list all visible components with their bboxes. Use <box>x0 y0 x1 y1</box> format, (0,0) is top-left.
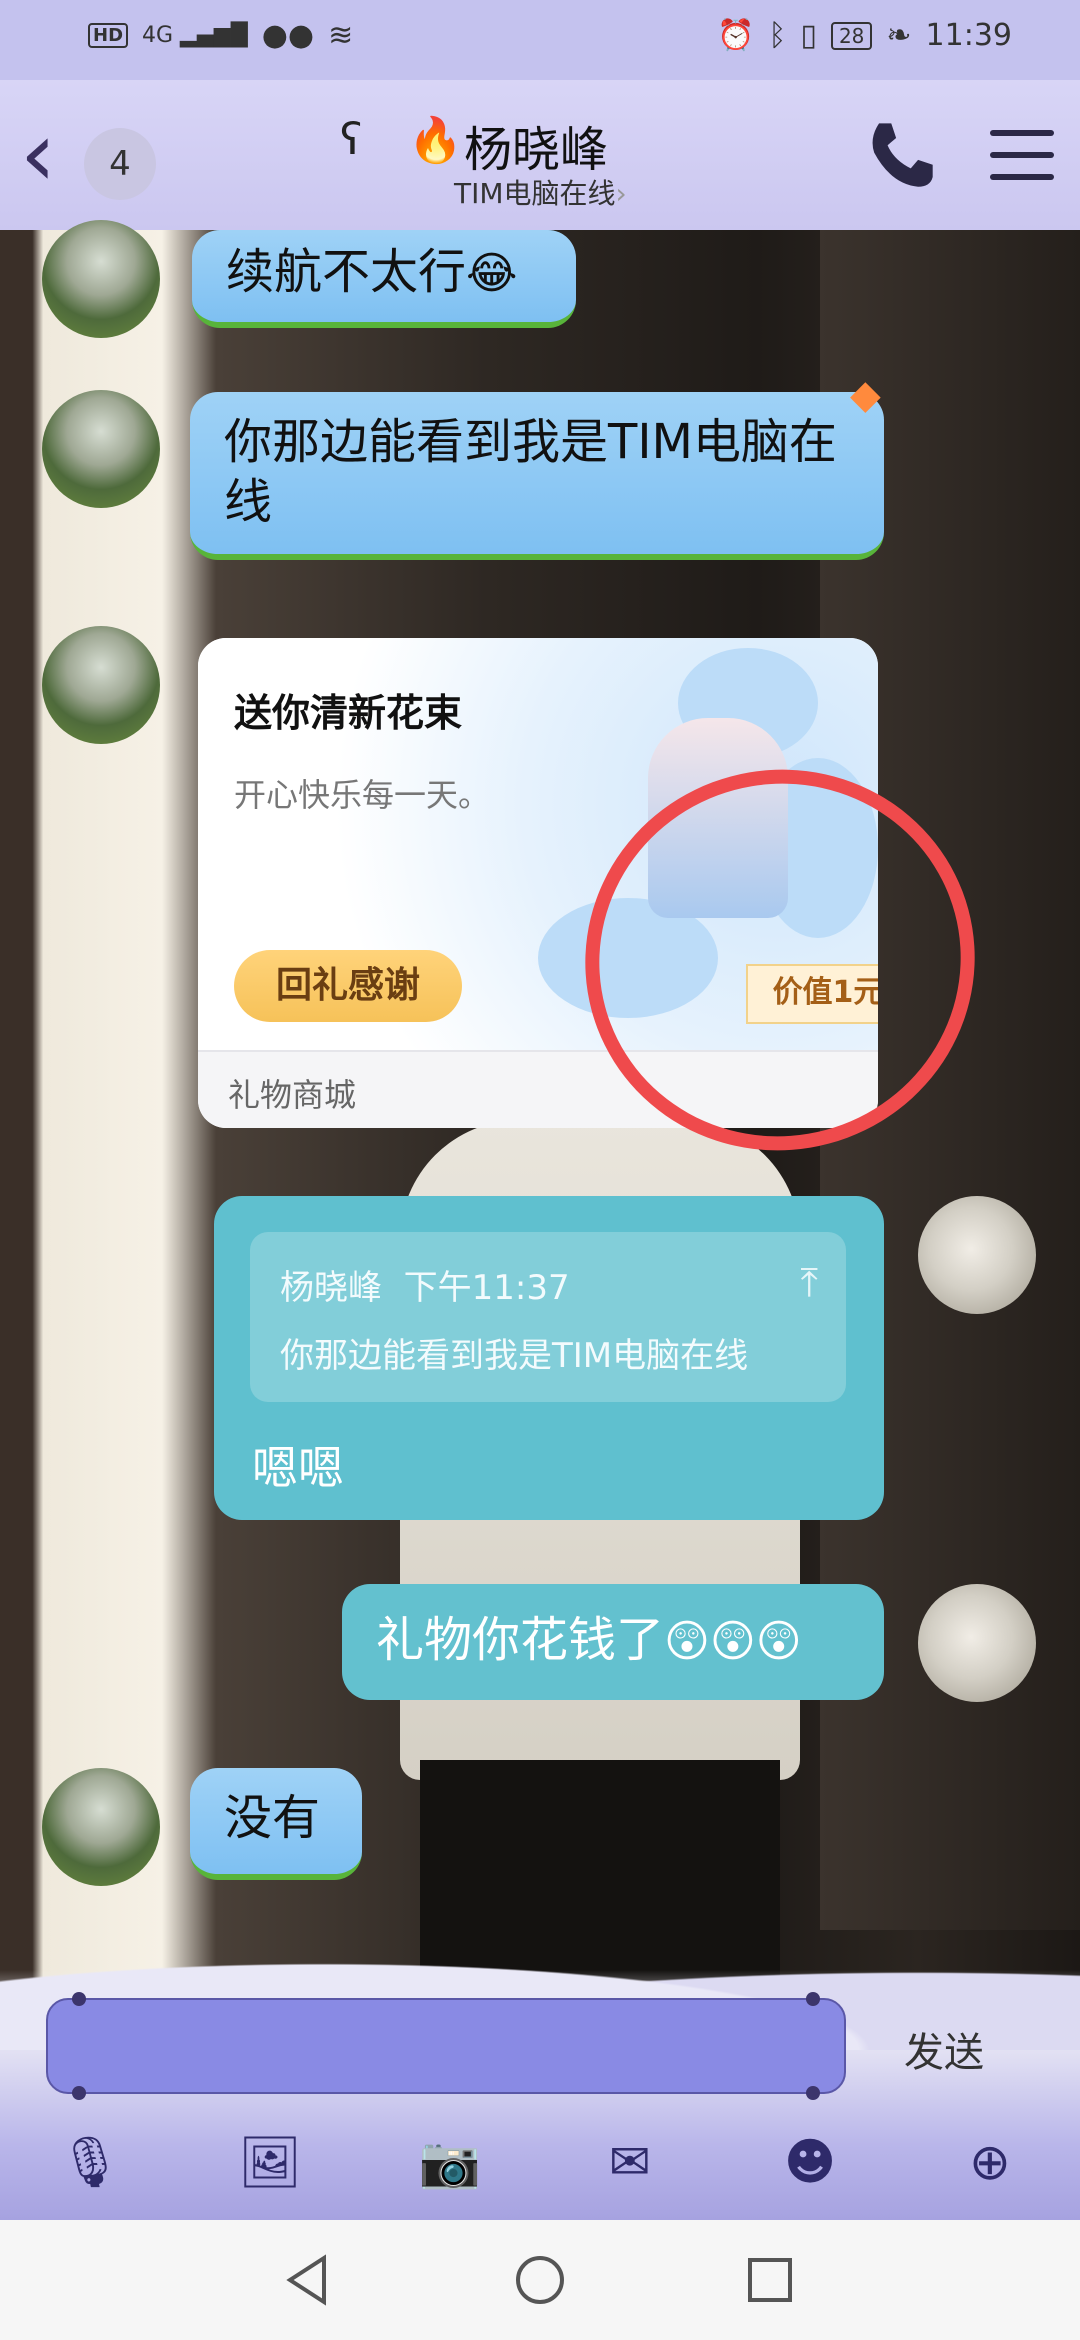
fire-icon: 🔥 <box>408 115 463 166</box>
gift-title: 送你清新花束 <box>234 691 463 735</box>
back-icon[interactable]: ‹ <box>20 110 56 200</box>
chat-header: ‹ 4 ʕ 🔥 杨晓峰 TIM电脑在线› <box>0 80 1080 230</box>
quote-meta: 杨晓峰 下午11:37 <box>280 1268 570 1308</box>
red-packet-icon[interactable]: ✉ <box>598 2130 662 2194</box>
avatar[interactable] <box>42 220 160 338</box>
gift-description: 开心快乐每一天。 <box>234 776 491 814</box>
quoted-message[interactable]: 杨晓峰 下午11:37 你那边能看到我是TIM电脑在线 ⤒ <box>250 1232 846 1402</box>
nav-recents-icon[interactable] <box>740 2250 800 2310</box>
message-bubble[interactable]: 续航不太行😂 <box>192 230 576 328</box>
bluetooth-icon: ᛒ <box>768 18 787 53</box>
wifi-icon: ≋ <box>328 18 354 53</box>
phone-call-icon[interactable] <box>862 116 940 194</box>
reply-text: 嗯嗯 <box>252 1441 344 1495</box>
clock-time: 11:39 <box>925 18 1012 53</box>
camera-icon[interactable]: 📷 <box>418 2130 482 2194</box>
nav-home-icon[interactable] <box>510 2250 570 2310</box>
message-bubble[interactable]: 礼物你花钱了😲😲😲 <box>342 1584 884 1700</box>
quote-text: 你那边能看到我是TIM电脑在线 <box>280 1336 749 1376</box>
alarm-icon: ⏰ <box>717 18 755 53</box>
kite-icon: ◆ <box>850 372 881 418</box>
composer-toolbar: 🎙 🖼 📷 ✉ ☻ ⊕ <box>0 2120 1080 2220</box>
avatar[interactable] <box>42 626 160 744</box>
shocked-emoji-icon: 😲😲😲 <box>664 1616 802 1667</box>
system-nav-bar <box>0 2220 1080 2340</box>
message-input[interactable] <box>46 1992 846 2100</box>
message-bubble[interactable]: 没有 <box>190 1768 362 1880</box>
status-bar: HD 4G ▂▄▆█ ●● ≋ ⏰ ᛒ ▯ 28 ❧ 11:39 <box>0 0 1080 80</box>
message-bubble[interactable]: 你那边能看到我是TIM电脑在线 <box>190 392 884 560</box>
laughing-emoji-icon: 😂 <box>466 248 518 299</box>
vibrate-icon: ▯ <box>800 18 817 53</box>
emoji-icon[interactable]: ☻ <box>778 2130 842 2194</box>
wechat-icon: ●● <box>261 18 315 53</box>
plus-icon[interactable]: ⊕ <box>958 2130 1022 2194</box>
return-gift-button[interactable]: 回礼感谢 <box>234 950 462 1022</box>
avatar[interactable] <box>918 1584 1036 1702</box>
nav-back-icon[interactable] <box>280 2250 340 2310</box>
unread-count-badge[interactable]: 4 <box>84 128 156 200</box>
image-icon[interactable]: 🖼 <box>238 2130 302 2194</box>
4g-signal-icon: 4G ▂▄▆█ <box>142 23 248 48</box>
send-button[interactable]: 发送 <box>904 2020 984 2078</box>
avatar[interactable] <box>918 1196 1036 1314</box>
leaf-icon: ❧ <box>886 18 912 53</box>
menu-icon[interactable] <box>990 130 1054 196</box>
hd-icon: HD <box>88 23 129 48</box>
avatar[interactable] <box>42 1768 160 1886</box>
avatar[interactable] <box>42 390 160 508</box>
contact-status[interactable]: TIM电脑在线› <box>454 172 627 212</box>
jump-to-original-icon[interactable]: ⤒ <box>800 1260 818 1306</box>
contact-name[interactable]: 杨晓峰 <box>464 110 608 180</box>
ear-icon[interactable]: ʕ <box>340 114 362 165</box>
microphone-icon[interactable]: 🎙 <box>58 2130 122 2194</box>
quote-reply-bubble[interactable]: 杨晓峰 下午11:37 你那边能看到我是TIM电脑在线 ⤒ 嗯嗯 <box>214 1196 884 1520</box>
battery-icon: 28 <box>830 21 873 50</box>
